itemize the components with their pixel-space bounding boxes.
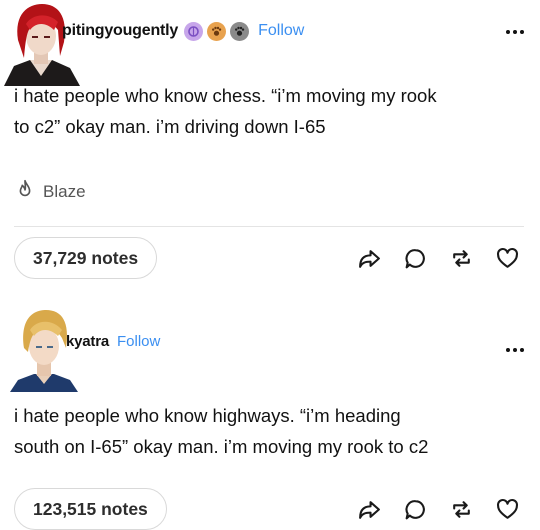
blog-name[interactable]: kyatra (66, 333, 109, 350)
flame-icon (14, 178, 36, 205)
follow-button[interactable]: Follow (117, 333, 160, 350)
post-body-line: to c2” okay man. i’m driving down I-65 (14, 116, 326, 137)
post-body: i hate people who know highways. “i’m he… (14, 400, 524, 462)
post-header: kyatra Follow (66, 328, 160, 354)
brain-badge-icon[interactable] (184, 21, 204, 41)
post-footer: 37,729 notes (14, 237, 524, 279)
post-body-line: i hate people who know chess. “i’m movin… (14, 85, 437, 106)
post-body: i hate people who know chess. “i’m movin… (14, 80, 524, 142)
post: pitingyougently Follow i hate people who… (0, 0, 540, 290)
reply-icon[interactable] (402, 496, 428, 522)
post-body-line: i hate people who know highways. “i’m he… (14, 405, 401, 426)
reblog-icon[interactable] (448, 496, 474, 522)
share-icon[interactable] (356, 245, 382, 271)
blog-name[interactable]: pitingyougently (62, 22, 178, 40)
paw-badge-icon[interactable] (230, 21, 250, 41)
paw-badge-icon[interactable] (207, 21, 227, 41)
blaze-label: Blaze (43, 181, 86, 201)
more-options-icon[interactable] (504, 342, 526, 358)
divider (14, 226, 524, 227)
post-actions (356, 245, 520, 271)
reply-icon[interactable] (402, 245, 428, 271)
share-icon[interactable] (356, 496, 382, 522)
post-header: pitingyougently Follow (62, 18, 304, 44)
post: kyatra Follow i hate people who know hig… (0, 290, 540, 530)
reblog-icon[interactable] (448, 245, 474, 271)
follow-button[interactable]: Follow (258, 22, 304, 40)
more-options-icon[interactable] (504, 24, 526, 40)
post-footer: 123,515 notes (14, 488, 524, 530)
like-icon[interactable] (494, 496, 520, 522)
notes-button[interactable]: 123,515 notes (14, 488, 167, 530)
like-icon[interactable] (494, 245, 520, 271)
post-body-line: south on I-65” okay man. i’m moving my r… (14, 436, 429, 457)
post-actions (356, 496, 520, 522)
blaze-button[interactable]: Blaze (14, 178, 86, 205)
notes-button[interactable]: 37,729 notes (14, 237, 158, 279)
